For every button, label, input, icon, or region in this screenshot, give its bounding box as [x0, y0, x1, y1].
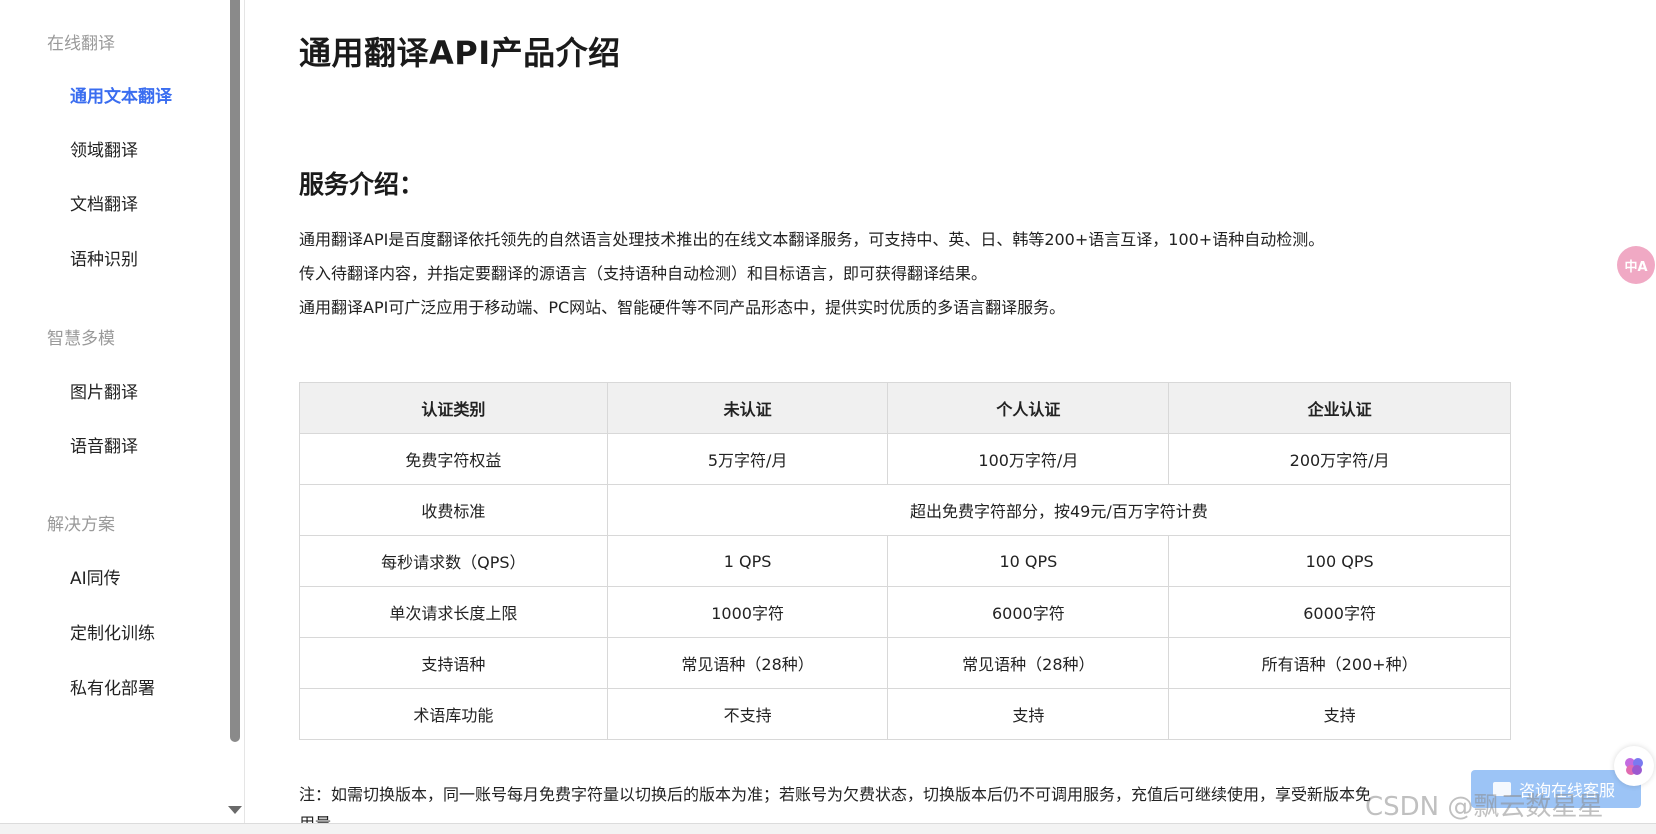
scroll-down-arrow-icon[interactable] [228, 806, 242, 814]
pricing-table: 认证类别 未认证 个人认证 企业认证 免费字符权益 5万字符/月 100万字符/… [299, 382, 1512, 740]
table-cell: 常见语种（28种） [887, 637, 1170, 689]
table-cell: 不支持 [606, 688, 889, 740]
table-cell: 所有语种（200+种） [1168, 637, 1511, 689]
table-row: 单次请求长度上限 1000字符 6000字符 6000字符 [299, 586, 1511, 638]
table-cell: 6000字符 [1168, 586, 1511, 638]
page-title: 通用翻译API产品介绍 [299, 34, 621, 72]
nav-group-title: 在线翻译 [47, 34, 115, 54]
table-cell: 6000字符 [887, 586, 1170, 638]
table-cell: 常见语种（28种） [606, 637, 889, 689]
table-cell: 支持 [1168, 688, 1511, 740]
table-header-cell: 认证类别 [299, 382, 608, 434]
table-row: 每秒请求数（QPS） 1 QPS 10 QPS 100 QPS [299, 535, 1511, 587]
sidebar-item-document-translation[interactable]: 文档翻译 [70, 190, 138, 215]
table-cell: 100 QPS [1168, 535, 1511, 587]
table-header-cell: 企业认证 [1168, 382, 1511, 434]
table-row: 收费标准 超出免费字符部分，按49元/百万字符计费 [299, 484, 1512, 536]
sidebar-item-image-translation[interactable]: 图片翻译 [70, 378, 138, 403]
table-row: 免费字符权益 5万字符/月 100万字符/月 200万字符/月 [299, 433, 1511, 485]
table-cell: 术语库功能 [299, 688, 608, 740]
table-cell: 200万字符/月 [1168, 433, 1511, 485]
translate-float-icon[interactable]: 中A [1617, 246, 1655, 284]
table-row: 支持语种 常见语种（28种） 常见语种（28种） 所有语种（200+种） [299, 637, 1511, 689]
intro-paragraph: 通用翻译API是百度翻译依托领先的自然语言处理技术推出的在线文本翻译服务，可支持… [299, 230, 1325, 249]
watermark: CSDN @飘云数星星 [1365, 792, 1604, 822]
intro-paragraph: 通用翻译API可广泛应用于移动端、PC网站、智能硬件等不同产品形态中，提供实时优… [299, 298, 1066, 317]
sidebar-item-domain-translation[interactable]: 领域翻译 [70, 136, 138, 161]
sidebar-nav: 在线翻译 通用文本翻译 领域翻译 文档翻译 语种识别 智慧多模 图片翻译 语音翻… [0, 0, 226, 823]
bottom-scrollbar[interactable] [0, 823, 1656, 834]
table-cell: 100万字符/月 [887, 433, 1170, 485]
table-cell: 收费标准 [299, 484, 608, 536]
table-cell: 5万字符/月 [606, 433, 889, 485]
table-cell: 单次请求长度上限 [299, 586, 608, 638]
sidebar-item-language-detection[interactable]: 语种识别 [70, 245, 138, 270]
version-switch-note: 注：如需切换版本，同一账号每月免费字符量以切换后的版本为准；若账号为欠费状态，切… [299, 785, 1372, 804]
scrollbar-thumb[interactable] [230, 0, 240, 742]
table-cell: 支持 [887, 688, 1170, 740]
table-cell: 1 QPS [606, 535, 889, 587]
nav-group-title: 解决方案 [47, 515, 115, 535]
table-cell: 1000字符 [606, 586, 889, 638]
table-header-cell: 个人认证 [887, 382, 1170, 434]
table-cell: 10 QPS [887, 535, 1170, 587]
intro-paragraph: 传入待翻译内容，并指定要翻译的源语言（支持语种自动检测）和目标语言，即可获得翻译… [299, 264, 988, 283]
sidebar-item-private-deployment[interactable]: 私有化部署 [70, 674, 155, 699]
sidebar-item-voice-translation[interactable]: 语音翻译 [70, 432, 138, 457]
main-content: 通用翻译API产品介绍 服务介绍： 通用翻译API是百度翻译依托领先的自然语言处… [245, 0, 1656, 823]
table-header-row: 认证类别 未认证 个人认证 企业认证 [299, 382, 1511, 434]
table-header-cell: 未认证 [606, 382, 889, 434]
sidebar-item-custom-training[interactable]: 定制化训练 [70, 619, 155, 644]
section-title: 服务介绍： [299, 170, 425, 199]
nav-group-title: 智慧多模 [47, 329, 115, 349]
sidebar-item-ai-interpretation[interactable]: AI同传 [70, 564, 121, 589]
table-row: 术语库功能 不支持 支持 支持 [299, 688, 1511, 740]
table-cell: 支持语种 [299, 637, 608, 689]
table-cell-merged: 超出免费字符部分，按49元/百万字符计费 [606, 484, 1512, 536]
sidebar-item-general-text-translation[interactable]: 通用文本翻译 [70, 82, 172, 107]
version-switch-note-cont: 用量。 [299, 810, 347, 823]
table-cell: 免费字符权益 [299, 433, 608, 485]
brain-icon[interactable] [1614, 746, 1654, 786]
table-cell: 每秒请求数（QPS） [299, 535, 608, 587]
